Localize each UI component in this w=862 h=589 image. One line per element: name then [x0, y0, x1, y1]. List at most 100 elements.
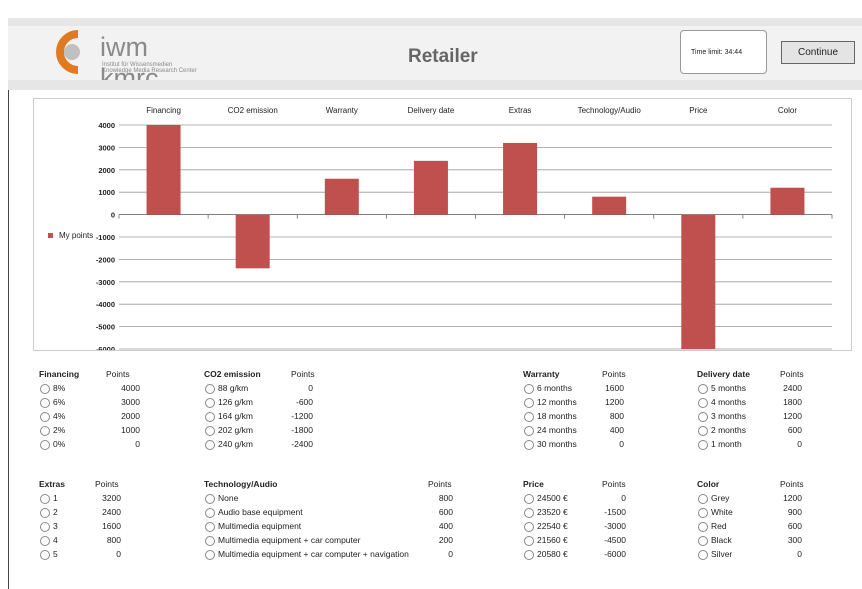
- option-points: -600: [295, 397, 313, 407]
- radio-button[interactable]: [524, 440, 534, 450]
- y-tick-label: -3000: [96, 278, 115, 287]
- option-points: 2000: [121, 411, 140, 421]
- radio-button[interactable]: [205, 384, 215, 394]
- option-points: 2400: [102, 507, 121, 517]
- y-tick-label: 0: [111, 211, 115, 220]
- option-label: 8%: [53, 383, 66, 393]
- price-points-header: Points: [602, 479, 626, 489]
- radio-button[interactable]: [698, 412, 708, 422]
- bar: [146, 125, 181, 215]
- radio-button[interactable]: [40, 522, 50, 532]
- radio-button[interactable]: [40, 384, 50, 394]
- option-points: -1800: [291, 425, 313, 435]
- option-points: 1800: [783, 397, 802, 407]
- option-label: Silver: [711, 549, 733, 559]
- radio-button[interactable]: [698, 426, 708, 436]
- option-label: Multimedia equipment: [218, 521, 302, 531]
- radio-button[interactable]: [40, 426, 50, 436]
- option-points: 600: [787, 521, 802, 531]
- radio-button[interactable]: [698, 508, 708, 518]
- bar: [324, 178, 359, 215]
- radio-button[interactable]: [524, 550, 534, 560]
- option-points: -3000: [604, 521, 626, 531]
- time-limit-box: Time limit: 34:44: [680, 30, 767, 74]
- option-label: 5 months: [711, 383, 746, 393]
- bar: [413, 160, 448, 215]
- radio-button[interactable]: [40, 398, 50, 408]
- option-points: 0: [308, 383, 313, 393]
- bar: [503, 142, 538, 215]
- radio-button[interactable]: [205, 412, 215, 422]
- option-points: 600: [787, 425, 802, 435]
- y-tick-label: 4000: [98, 121, 115, 130]
- y-tick-label: -6000: [96, 345, 115, 350]
- radio-button[interactable]: [205, 494, 215, 504]
- y-tick-label: 1000: [98, 188, 115, 197]
- option-label: 88 g/km: [218, 383, 249, 393]
- radio-button[interactable]: [524, 494, 534, 504]
- option-label: 30 months: [537, 439, 577, 449]
- warranty-points-header: Points: [602, 369, 626, 379]
- option-label: 240 g/km: [218, 439, 253, 449]
- radio-button[interactable]: [40, 536, 50, 546]
- radio-button[interactable]: [524, 536, 534, 546]
- radio-button[interactable]: [40, 412, 50, 422]
- option-points: 0: [448, 549, 453, 559]
- radio-button[interactable]: [40, 550, 50, 560]
- option-label: 126 g/km: [218, 397, 253, 407]
- category-label: Price: [689, 106, 708, 115]
- radio-button[interactable]: [698, 384, 708, 394]
- radio-button[interactable]: [524, 522, 534, 532]
- option-label: None: [218, 493, 239, 503]
- color-points-header: Points: [780, 479, 804, 489]
- category-label: Warranty: [326, 106, 358, 115]
- radio-button[interactable]: [698, 440, 708, 450]
- radio-button[interactable]: [40, 440, 50, 450]
- radio-button[interactable]: [40, 508, 50, 518]
- radio-button[interactable]: [698, 494, 708, 504]
- radio-button[interactable]: [40, 494, 50, 504]
- option-points: 800: [609, 411, 624, 421]
- tech-points-header: Points: [428, 479, 452, 489]
- radio-button[interactable]: [524, 398, 534, 408]
- category-label: CO2 emission: [228, 106, 278, 115]
- radio-button[interactable]: [205, 440, 215, 450]
- option-points: 1200: [783, 411, 802, 421]
- radio-button[interactable]: [698, 522, 708, 532]
- radio-button[interactable]: [205, 508, 215, 518]
- option-points: 0: [797, 439, 802, 449]
- option-label: 12 months: [537, 397, 577, 407]
- radio-button[interactable]: [205, 426, 215, 436]
- option-label: 6%: [53, 397, 66, 407]
- header-bar: iwm kmrc Institut für Wissensmedien Know…: [8, 26, 862, 93]
- continue-button[interactable]: Continue: [781, 41, 855, 64]
- radio-button[interactable]: [524, 426, 534, 436]
- option-label: Audio base equipment: [218, 507, 303, 517]
- y-tick-label: -5000: [96, 323, 115, 332]
- option-label: 6 months: [537, 383, 572, 393]
- extras-points-header: Points: [95, 479, 119, 489]
- option-label: 3: [53, 521, 58, 531]
- radio-button[interactable]: [205, 536, 215, 546]
- co2-title: CO2 emission: [204, 369, 261, 379]
- tech-title: Technology/Audio: [204, 479, 278, 489]
- option-label: 4%: [53, 411, 66, 421]
- radio-button[interactable]: [205, 550, 215, 560]
- radio-button[interactable]: [205, 522, 215, 532]
- radio-button[interactable]: [698, 398, 708, 408]
- radio-button[interactable]: [698, 550, 708, 560]
- radio-button[interactable]: [524, 412, 534, 422]
- option-points: -4500: [604, 535, 626, 545]
- option-label: Black: [711, 535, 732, 545]
- divider-strip: [8, 80, 862, 90]
- top-strip: [8, 18, 862, 26]
- option-points: -6000: [604, 549, 626, 559]
- option-points: 1200: [605, 397, 624, 407]
- logo-subtitle: Institut für Wissensmedien Knowledge Med…: [102, 62, 197, 74]
- radio-button[interactable]: [524, 384, 534, 394]
- radio-button[interactable]: [698, 536, 708, 546]
- radio-button[interactable]: [205, 398, 215, 408]
- radio-button[interactable]: [524, 508, 534, 518]
- option-points: 1000: [121, 425, 140, 435]
- option-points: 600: [438, 507, 453, 517]
